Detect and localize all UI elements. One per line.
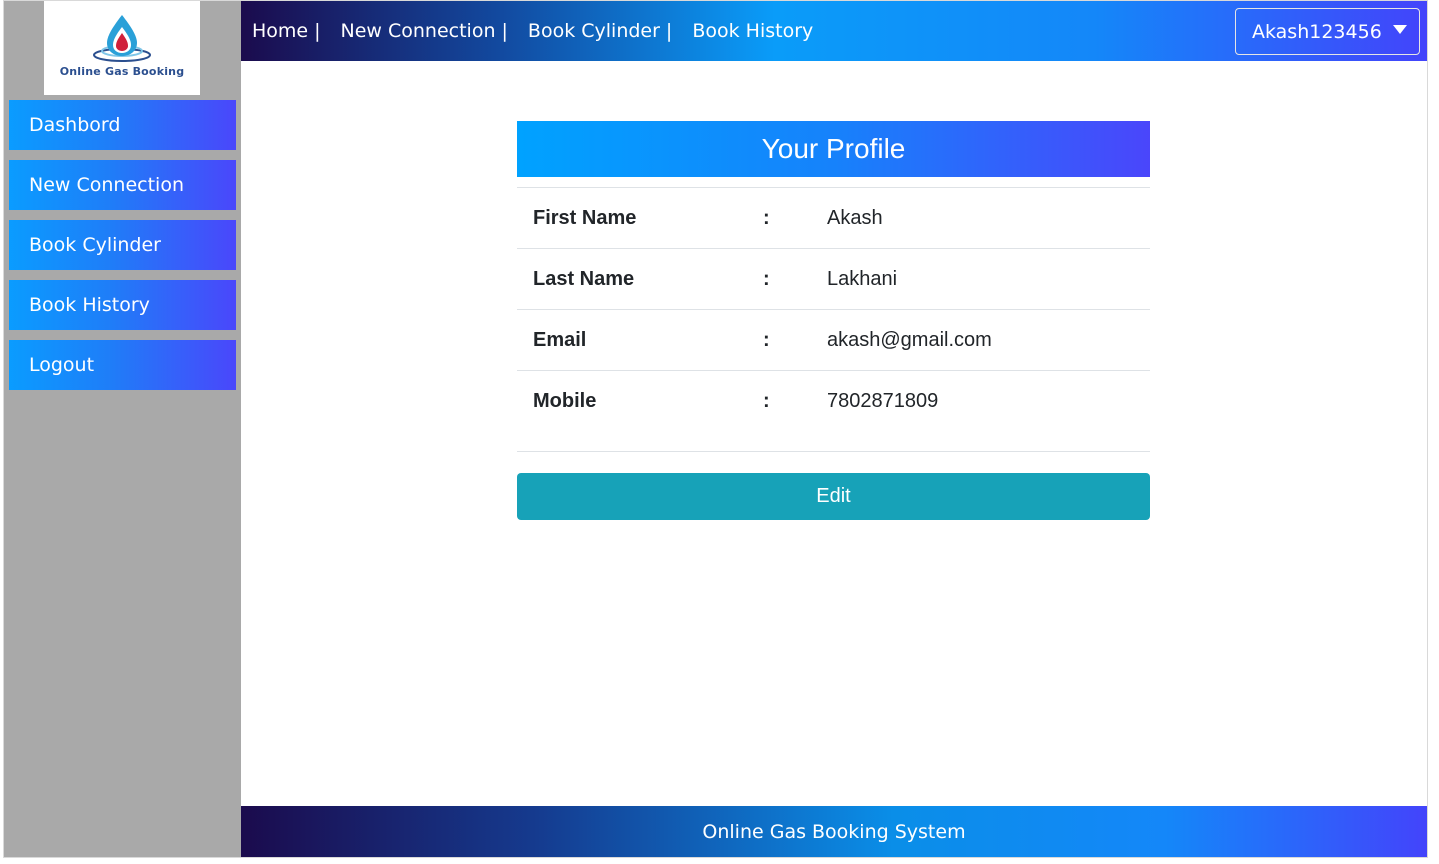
nav-separator: | [314, 20, 321, 42]
profile-table: First Name : Akash Last Name : Lakhani E… [517, 187, 1150, 452]
nav-link-book-history[interactable]: Book History [692, 20, 813, 42]
sidebar-item-new-connection[interactable]: New Connection [9, 160, 236, 210]
user-dropdown-button[interactable]: Akash123456 [1235, 8, 1420, 55]
footer-text: Online Gas Booking System [702, 820, 966, 843]
profile-row-mobile: Mobile : 7802871809 [517, 371, 1150, 452]
profile-row-email: Email : akash@gmail.com [517, 310, 1150, 371]
field-colon: : [763, 390, 770, 412]
field-label: Last Name [533, 268, 635, 290]
gas-flame-logo-icon [93, 15, 151, 62]
edit-profile-button[interactable]: Edit [517, 473, 1150, 520]
sidebar-item-logout[interactable]: Logout [9, 340, 236, 390]
sidebar-item-dashboard[interactable]: Dashbord [9, 100, 236, 150]
nav-link-new-connection[interactable]: New Connection [341, 20, 496, 42]
top-nav-links: Home | New Connection | Book Cylinder | … [252, 1, 813, 61]
nav-separator: | [665, 20, 673, 42]
profile-row-first-name: First Name : Akash [517, 188, 1150, 249]
profile-title: Your Profile [517, 121, 1150, 177]
nav-link-book-cylinder[interactable]: Book Cylinder [528, 20, 660, 42]
sidebar-item-book-cylinder[interactable]: Book Cylinder [9, 220, 236, 270]
sidebar-item-book-history[interactable]: Book History [9, 280, 236, 330]
field-label: Email [533, 329, 587, 351]
footer: Online Gas Booking System [241, 806, 1427, 857]
field-colon: : [763, 207, 770, 229]
field-value: akash@gmail.com [827, 329, 992, 351]
logo: Online Gas Booking [44, 1, 200, 95]
top-navbar: Home | New Connection | Book Cylinder | … [241, 1, 1427, 61]
field-colon: : [763, 329, 770, 351]
nav-link-home[interactable]: Home [252, 20, 308, 42]
field-colon: : [763, 268, 770, 290]
field-value: 7802871809 [827, 390, 939, 412]
field-value: Akash [827, 207, 883, 229]
user-dropdown-label: Akash123456 [1252, 20, 1382, 43]
sidebar: Online Gas Booking Dashbord New Connecti… [4, 1, 241, 857]
logo-text: Online Gas Booking [59, 65, 185, 78]
caret-down-icon [1393, 25, 1407, 34]
profile-row-last-name: Last Name : Lakhani [517, 249, 1150, 310]
field-label: Mobile [533, 390, 597, 412]
profile-card: Your Profile First Name : Akash Last Nam… [517, 121, 1150, 452]
field-label: First Name [533, 207, 637, 229]
field-value: Lakhani [827, 268, 898, 290]
nav-separator: | [501, 20, 508, 42]
